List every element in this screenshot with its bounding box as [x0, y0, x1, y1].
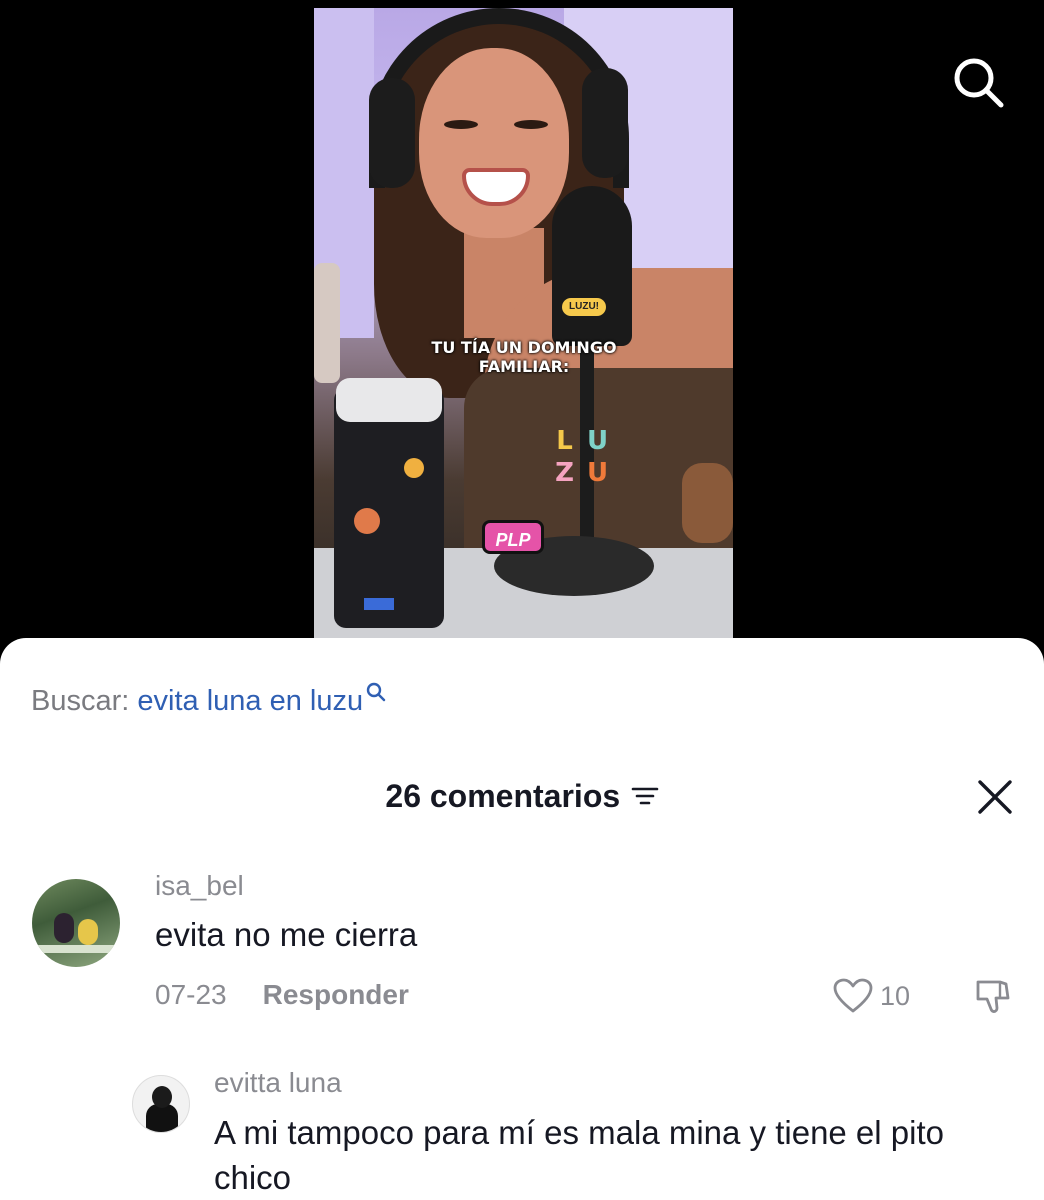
video-caption: TU TÍA UN DOMINGO FAMILIAR: [374, 338, 674, 376]
search-suggestion[interactable]: Buscar: evita luna en luzu [31, 681, 387, 719]
video-caption-line: TU TÍA UN DOMINGO [431, 338, 617, 357]
mic-badge: LUZU! [562, 298, 606, 316]
comment-username[interactable]: evitta luna [214, 1066, 342, 1100]
avatar-figure [54, 913, 74, 943]
avatar[interactable] [32, 879, 120, 967]
filter-icon[interactable] [631, 784, 659, 808]
sticker [354, 508, 380, 534]
video-caption-line: FAMILIAR: [478, 357, 570, 376]
avatar-figure [78, 919, 98, 945]
bottle [314, 263, 340, 383]
search-suggestion-prefix: Buscar: [31, 685, 138, 717]
avatar-figure [146, 1104, 178, 1132]
logo-letter: U [586, 426, 609, 456]
comments-count-title: 26 comentarios [385, 778, 621, 814]
close-icon[interactable] [972, 774, 1018, 820]
comment-username[interactable]: isa_bel [155, 869, 244, 903]
luzu-logo: L U Z U [549, 426, 613, 488]
comments-header: 26 comentarios [0, 776, 1044, 816]
search-icon[interactable] [948, 52, 1008, 112]
search-suggestion-query[interactable]: evita luna en luzu [137, 685, 363, 717]
comment-text: evita no me cierra [155, 916, 418, 953]
dislike-icon[interactable] [970, 976, 1014, 1018]
search-icon[interactable] [365, 681, 387, 703]
avatar-figure [152, 1086, 172, 1108]
tumbler-lid [336, 378, 442, 422]
heart-icon[interactable] [832, 977, 874, 1015]
sticker [404, 458, 424, 478]
avatar[interactable] [132, 1075, 190, 1133]
headphone-left [369, 78, 415, 188]
tumbler-cup [334, 388, 444, 628]
like-button[interactable]: 10 [832, 976, 910, 1016]
logo-letter: U [586, 458, 609, 488]
like-count: 10 [880, 980, 911, 1011]
video-area[interactable]: LUZU! L U Z U PLP TU TÍA UN DOMINGO FAMI… [0, 0, 1044, 660]
video-frame[interactable]: LUZU! L U Z U PLP TU TÍA UN DOMINGO FAMI… [314, 8, 733, 638]
mate-cup [682, 463, 733, 543]
microphone [552, 186, 632, 346]
avatar-rail [32, 945, 120, 953]
comment-date: 07-23 [155, 979, 227, 1010]
headphone-right [582, 68, 628, 178]
logo-letter: Z [555, 458, 574, 488]
comment-meta: 07-23 Responder [155, 978, 409, 1012]
sticker [364, 598, 394, 610]
reply-button[interactable]: Responder [263, 979, 409, 1010]
logo-letter: L [556, 426, 573, 456]
plp-badge: PLP [482, 520, 544, 554]
comment-text: A mi tampoco para mí es mala mina y tien… [214, 1114, 944, 1196]
mic-badge-text: LUZU! [569, 301, 599, 312]
